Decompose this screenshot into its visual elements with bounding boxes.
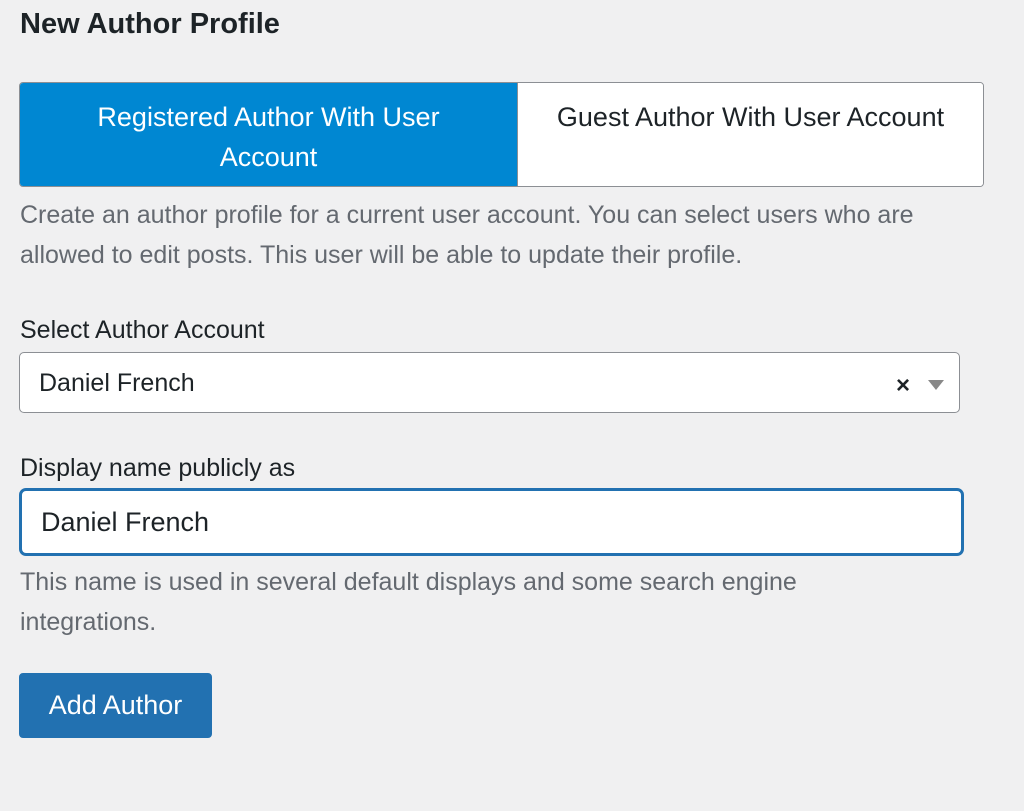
display-name-label: Display name publicly as	[20, 454, 296, 482]
author-account-selected-value: Daniel French	[39, 369, 195, 397]
author-type-tabs: Registered Author With User Account Gues…	[19, 82, 984, 187]
display-name-description: This name is used in several default dis…	[20, 568, 797, 636]
select-author-account-label: Select Author Account	[20, 316, 265, 344]
author-profile-page: New Author Profile Registered Author Wit…	[0, 0, 1024, 811]
tab-description: Create an author profile for a current u…	[20, 201, 914, 269]
add-author-button[interactable]: Add Author	[19, 673, 212, 738]
dropdown-arrow-icon[interactable]	[928, 380, 944, 390]
clear-icon[interactable]: ×	[896, 372, 910, 400]
display-name-input[interactable]	[19, 488, 964, 556]
tab-guest-author[interactable]: Guest Author With User Account	[517, 83, 983, 186]
tab-registered-author[interactable]: Registered Author With User Account	[20, 83, 517, 186]
tab-guest-author-label: Guest Author With User Account	[556, 102, 945, 132]
tab-registered-author-label: Registered Author With User Account	[97, 102, 440, 172]
page-title: New Author Profile	[20, 8, 280, 40]
author-account-select[interactable]: Daniel French ×	[19, 352, 960, 413]
